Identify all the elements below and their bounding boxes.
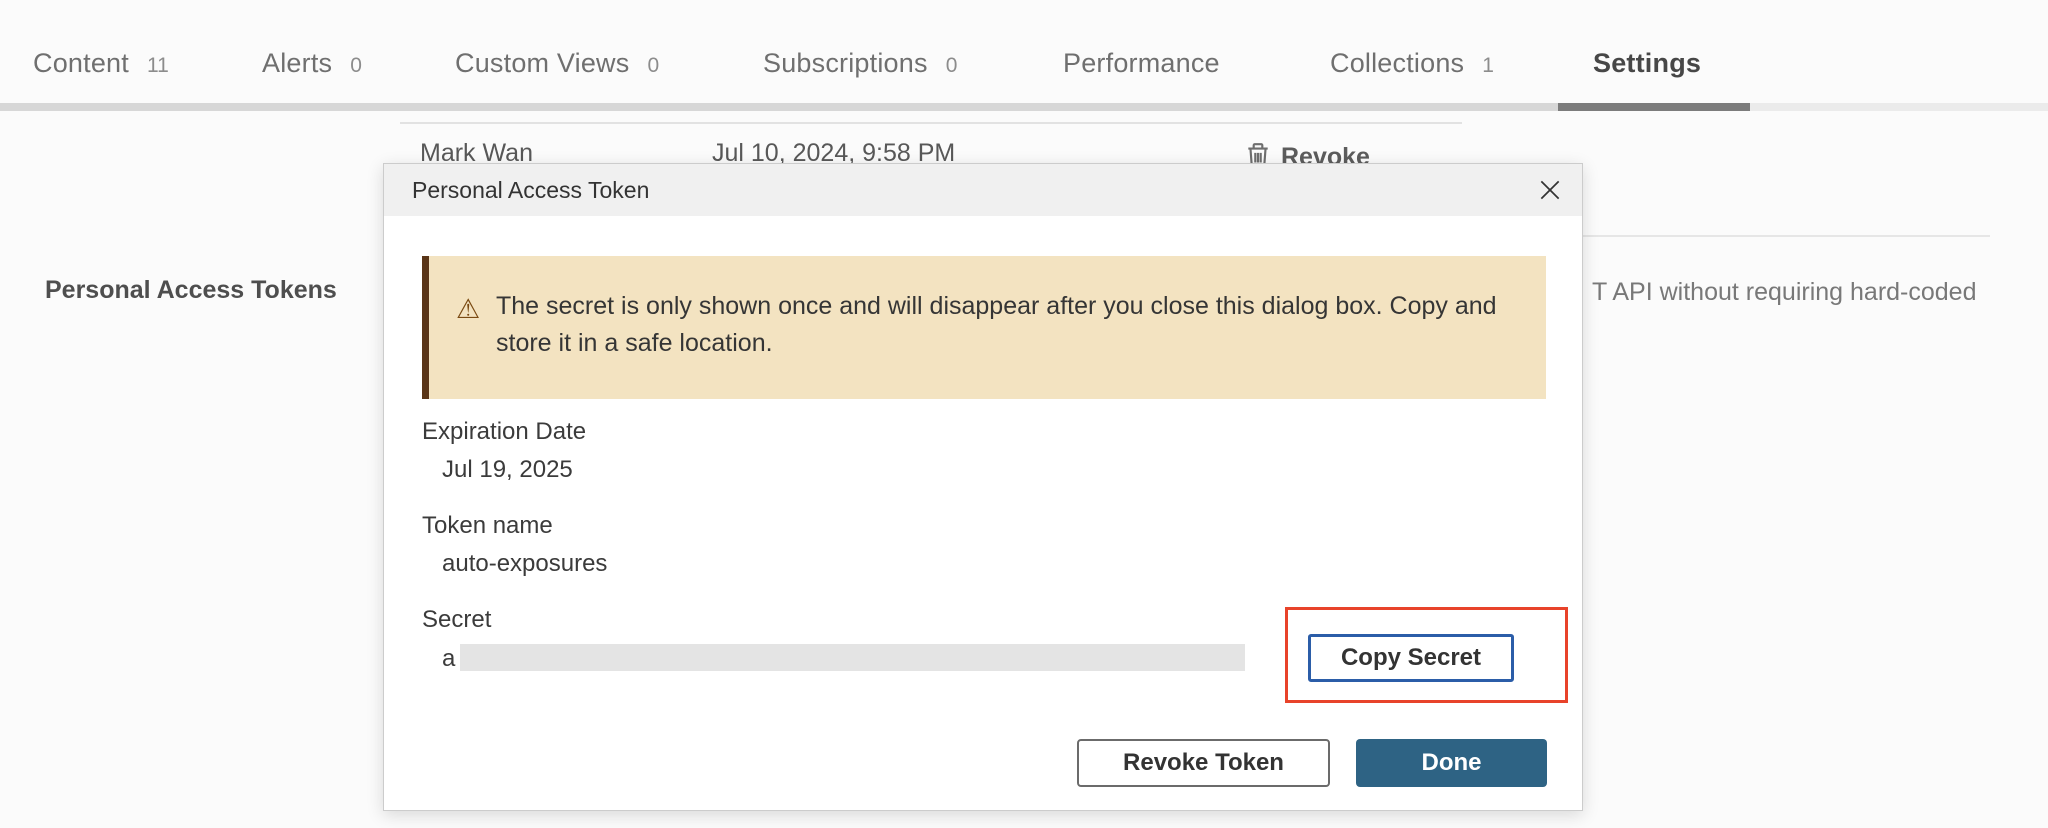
warning-text: The secret is only shown once and will d… (496, 288, 1526, 362)
revoke-token-button[interactable]: Revoke Token (1077, 739, 1330, 787)
dialog-header: Personal Access Token (384, 164, 1582, 216)
token-name-value: auto-exposures (442, 550, 607, 578)
close-icon[interactable] (1536, 176, 1564, 204)
personal-access-token-dialog: Personal Access Token ⚠ The secret is on… (383, 163, 1583, 811)
warning-banner: ⚠ The secret is only shown once and will… (422, 256, 1546, 399)
token-name-label: Token name (422, 512, 553, 540)
secret-value: a (442, 645, 455, 673)
section-divider (1560, 235, 1990, 237)
done-button[interactable]: Done (1356, 739, 1547, 787)
secret-label: Secret (422, 606, 491, 634)
page: Content 11 Alerts 0 Custom Views 0 Subsc… (0, 0, 2048, 828)
secret-redacted-bar (460, 644, 1245, 671)
section-label-personal-access-tokens: Personal Access Tokens (45, 276, 337, 305)
section-description-fragment: T API without requiring hard-coded (1592, 278, 1977, 307)
warning-icon: ⚠ (456, 296, 480, 323)
expiration-date-label: Expiration Date (422, 418, 586, 446)
copy-secret-button[interactable]: Copy Secret (1308, 634, 1514, 682)
expiration-date-value: Jul 19, 2025 (442, 456, 573, 484)
dialog-title: Personal Access Token (412, 164, 649, 216)
table-row-divider (400, 122, 1462, 124)
